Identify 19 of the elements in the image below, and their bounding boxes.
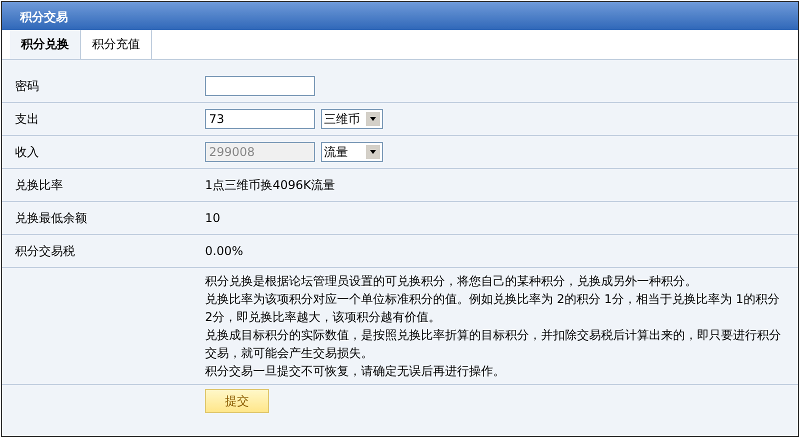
note-paragraph: 积分兑换是根据论坛管理员设置的可兑换积分，将您自己的某种积分，兑换成另外一种积分。 — [205, 273, 697, 290]
field-value: 0.00% — [205, 244, 244, 258]
note-paragraph: 兑换成目标积分的实际数值，是按照兑换比率折算的目标积分，并扣除交易税后计算出来的，即只要进行积分交易，就可能会产生交易损失。 — [205, 327, 782, 362]
field-label: 兑换比率 — [14, 176, 64, 194]
amount-field[interactable]: 73 — [205, 109, 315, 129]
password-field[interactable] — [205, 76, 315, 96]
field-label: 密码 — [14, 78, 40, 94]
note-paragraph: 兑换比率为该项积分对应一个单位标准积分的值。例如兑换比率为 2的积分 1分，相当于兑换比率为 1的积分 2分，即兑换比率越大，该项积分越有价值。 — [205, 291, 780, 326]
submit-button[interactable]: 提交 — [205, 389, 269, 413]
panel-title: 积分交易 — [2, 2, 798, 30]
currency-select[interactable]: 三维币 — [321, 109, 383, 129]
tab[interactable]: 积分兑换 — [10, 30, 81, 59]
field-label: 兑换最低余额 — [14, 210, 88, 226]
field-value: 10 — [205, 211, 220, 225]
field-label: 收入 — [14, 144, 40, 160]
field-value: 1点三维币换4096K流量 — [205, 176, 336, 194]
field-label: 支出 — [14, 110, 40, 128]
note-paragraph: 积分交易一旦提交不可恢复，请确定无误后再进行操作。 — [205, 363, 505, 380]
field-label: 积分交易税 — [14, 242, 76, 260]
